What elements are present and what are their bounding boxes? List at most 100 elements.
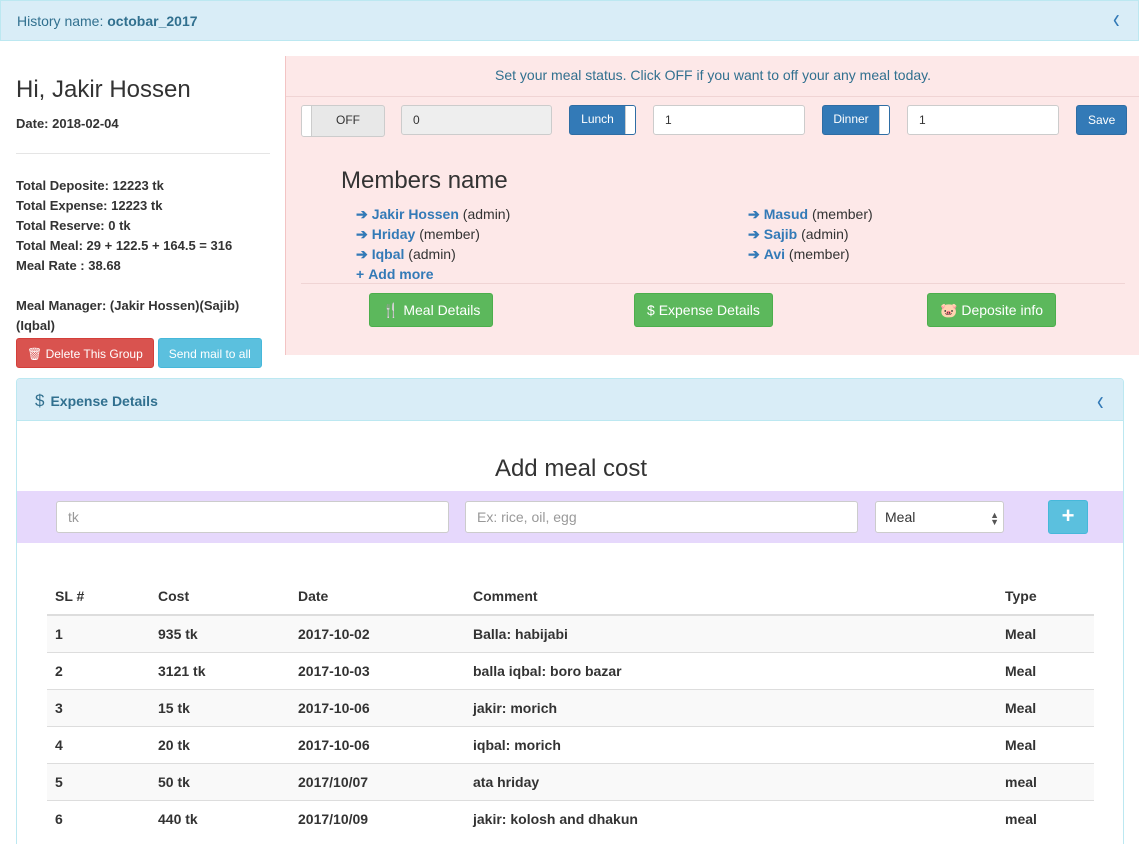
cell-cost: 15 tk bbox=[150, 688, 290, 726]
member-link[interactable]: Sajib bbox=[764, 226, 797, 242]
divider bbox=[301, 283, 1125, 284]
cell-comment: iqbal: morich bbox=[465, 725, 997, 763]
table-header-row: SL # Cost Date Comment Type bbox=[47, 577, 1094, 616]
member-link[interactable]: Iqbal bbox=[372, 246, 405, 262]
history-value: octobar_2017 bbox=[107, 13, 198, 29]
cell-type: Meal bbox=[997, 688, 1094, 726]
cell-type: meal bbox=[997, 762, 1094, 800]
off-toggle[interactable]: OFF bbox=[301, 105, 385, 137]
table-row: 2 3121 tk 2017-10-03 balla iqbal: boro b… bbox=[47, 651, 1094, 689]
table-row: 1 935 tk 2017-10-02 Balla: habijabi Meal bbox=[47, 614, 1094, 652]
table-row: 3 15 tk 2017-10-06 jakir: morich Meal bbox=[47, 688, 1094, 726]
add-cost-form: tk Ex: rice, oil, egg Meal ▲ ▼ + bbox=[17, 491, 1123, 543]
member-item: ➔ Jakir Hossen (admin) bbox=[356, 206, 511, 222]
meal-status-message: Set your meal status. Click OFF if you w… bbox=[495, 67, 931, 83]
collapse-chevron-icon[interactable]: ‹ bbox=[1113, 4, 1120, 36]
cell-date: 2017/10/07 bbox=[290, 762, 465, 800]
cell-cost: 935 tk bbox=[150, 614, 290, 652]
expense-panel-title: $ Expense Details bbox=[35, 391, 158, 410]
member-link[interactable]: Avi bbox=[764, 246, 785, 262]
delete-group-button[interactable]: 🗑 Delete This Group bbox=[16, 338, 154, 368]
member-link[interactable]: Masud bbox=[764, 206, 808, 222]
cell-sl: 3 bbox=[47, 688, 150, 726]
arrow-right-icon: ➔ bbox=[748, 246, 760, 262]
member-item: ➔ Sajib (admin) bbox=[748, 226, 849, 242]
dollar-icon: $ bbox=[647, 302, 655, 318]
dinner-toggle[interactable]: Dinner bbox=[822, 105, 890, 135]
toggle-knob bbox=[302, 106, 312, 136]
history-bar: History name: octobar_2017 ‹ bbox=[0, 0, 1139, 41]
expense-table: SL # Cost Date Comment Type 1 935 tk 201… bbox=[47, 577, 1094, 837]
table-row: 5 50 tk 2017/10/07 ata hriday meal bbox=[47, 762, 1094, 800]
add-more-link[interactable]: + Add more bbox=[356, 266, 434, 282]
toggle-knob bbox=[625, 106, 635, 134]
arrow-right-icon: ➔ bbox=[356, 206, 368, 222]
cell-sl: 5 bbox=[47, 762, 150, 800]
off-meal-input[interactable]: 0 bbox=[401, 105, 552, 135]
expense-panel-header[interactable]: $ Expense Details ‹ bbox=[17, 379, 1123, 421]
cell-sl: 2 bbox=[47, 651, 150, 689]
cell-comment: Balla: habijabi bbox=[465, 614, 997, 652]
cell-type: Meal bbox=[997, 725, 1094, 763]
cell-date: 2017/10/09 bbox=[290, 799, 465, 837]
cell-sl: 4 bbox=[47, 725, 150, 763]
cell-cost: 20 tk bbox=[150, 725, 290, 763]
meal-status-panel: Set your meal status. Click OFF if you w… bbox=[285, 56, 1139, 355]
add-cost-button[interactable]: + bbox=[1048, 500, 1088, 534]
expense-panel: $ Expense Details ‹ Add meal cost tk Ex: … bbox=[16, 378, 1124, 844]
cell-comment: jakir: kolosh and dhakun bbox=[465, 799, 997, 837]
toggle-knob bbox=[879, 106, 889, 134]
member-item: ➔ Avi (member) bbox=[748, 246, 850, 262]
cell-date: 2017-10-03 bbox=[290, 651, 465, 689]
column-header: Cost bbox=[150, 577, 290, 616]
dinner-count-input[interactable]: 1 bbox=[907, 105, 1059, 135]
arrow-right-icon: ➔ bbox=[748, 226, 760, 242]
cell-comment: jakir: morich bbox=[465, 688, 997, 726]
piggy-bank-icon: 🐷 bbox=[940, 302, 958, 318]
cell-date: 2017-10-06 bbox=[290, 725, 465, 763]
column-header: Comment bbox=[465, 577, 997, 616]
member-item: ➔ Hriday (member) bbox=[356, 226, 480, 242]
divider bbox=[286, 96, 1139, 97]
column-header: SL # bbox=[47, 577, 150, 616]
cell-type: meal bbox=[997, 799, 1094, 837]
cost-comment-input[interactable]: Ex: rice, oil, egg bbox=[465, 501, 858, 533]
stats-list: Total Deposite: 12223 tk Total Expense: … bbox=[16, 176, 270, 276]
deposite-info-button[interactable]: 🐷 Deposite info bbox=[927, 293, 1057, 327]
collapse-chevron-icon[interactable]: ‹ bbox=[1097, 386, 1104, 418]
user-summary: Hi, Jakir Hossen Date: 2018-02-04 Total … bbox=[16, 58, 270, 368]
cutlery-icon: 🍴 bbox=[382, 302, 400, 318]
arrow-right-icon: ➔ bbox=[748, 206, 760, 222]
cell-sl: 1 bbox=[47, 614, 150, 652]
table-row: 6 440 tk 2017/10/09 jakir: kolosh and dh… bbox=[47, 799, 1094, 837]
members-title: Members name bbox=[341, 167, 508, 194]
trash-icon: 🗑 bbox=[27, 347, 43, 361]
cell-type: Meal bbox=[997, 651, 1094, 689]
cell-comment: balla iqbal: boro bazar bbox=[465, 651, 997, 689]
meal-manager: Meal Manager: (Jakir Hossen)(Sajib) (Iqb… bbox=[16, 298, 240, 333]
total-meal: Total Meal: 29 + 122.5 + 164.5 = 316 bbox=[16, 238, 233, 253]
lunch-toggle[interactable]: Lunch bbox=[569, 105, 636, 135]
dollar-icon: $ bbox=[35, 391, 45, 410]
history-name: History name: octobar_2017 bbox=[17, 13, 198, 29]
cell-cost: 3121 tk bbox=[150, 651, 290, 689]
cell-type: Meal bbox=[997, 614, 1094, 652]
cell-date: 2017-10-06 bbox=[290, 688, 465, 726]
add-meal-cost-title: Add meal cost bbox=[494, 455, 648, 482]
lunch-count-input[interactable]: 1 bbox=[653, 105, 805, 135]
member-link[interactable]: Jakir Hossen bbox=[372, 206, 459, 222]
save-button[interactable]: Save bbox=[1076, 105, 1128, 135]
caret-down-icon: ▼ bbox=[990, 517, 999, 527]
cost-type-select[interactable]: Meal ▲ ▼ bbox=[875, 501, 1004, 533]
expense-details-button[interactable]: $ Expense Details bbox=[634, 293, 773, 327]
cost-tk-input[interactable]: tk bbox=[56, 501, 449, 533]
current-date: Date: 2018-02-04 bbox=[16, 116, 119, 131]
member-item: ➔ Iqbal (admin) bbox=[356, 246, 456, 262]
member-link[interactable]: Hriday bbox=[372, 226, 416, 242]
meal-details-button[interactable]: 🍴 Meal Details bbox=[369, 293, 494, 327]
table-row: 4 20 tk 2017-10-06 iqbal: morich Meal bbox=[47, 725, 1094, 763]
cell-date: 2017-10-02 bbox=[290, 614, 465, 652]
send-mail-button[interactable]: Send mail to all bbox=[157, 338, 262, 368]
total-expense: Total Expense: 12223 tk bbox=[16, 198, 163, 213]
cell-comment: ata hriday bbox=[465, 762, 997, 800]
